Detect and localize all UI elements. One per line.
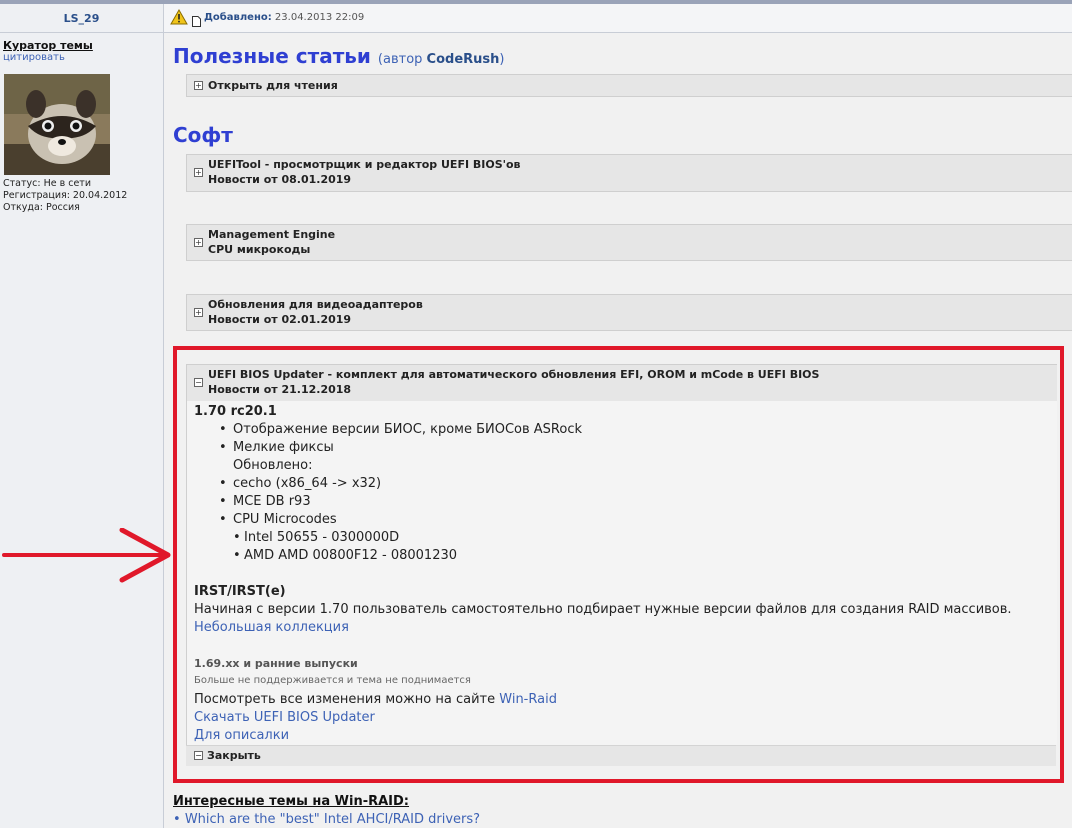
spoiler-subtitle[interactable]: CPU микрокоды	[208, 243, 310, 256]
user-status: Статус: Не в сети	[3, 178, 91, 189]
warning-icon[interactable]	[170, 8, 188, 29]
spoiler-open-for-reading[interactable]: + Открыть для чтения	[186, 74, 1072, 97]
author-prefix: (автор	[377, 52, 423, 67]
spoiler-title[interactable]: Management Engine	[208, 228, 335, 241]
expand-icon[interactable]: +	[194, 81, 203, 90]
curator-label: Куратор темы	[3, 39, 93, 52]
user-meta: Статус: Не в сети Регистрация: 20.04.201…	[3, 178, 127, 214]
spoiler-title[interactable]: Обновления для видеоадаптеров	[208, 298, 423, 311]
author-credit: (автор CodeRush)	[378, 52, 505, 67]
spoiler-video-adapters[interactable]: + Обновления для видеоадаптеров Новости …	[186, 294, 1072, 331]
soft-heading: Софт	[173, 123, 233, 147]
user-registered: Регистрация: 20.04.2012	[3, 190, 128, 201]
added-label: Добавлено:	[204, 12, 272, 23]
expand-icon[interactable]: +	[194, 308, 203, 317]
topic-link-text[interactable]: Which are the "best" Intel AHCI/RAID dri…	[185, 812, 480, 827]
post-document-icon	[192, 12, 201, 31]
interesting-topics-heading: Интересные темы на Win-RAID:	[173, 794, 410, 809]
spoiler-subtitle[interactable]: Новости от 02.01.2019	[208, 313, 351, 326]
spoiler-label[interactable]: Открыть для чтения	[208, 79, 338, 92]
red-arrow-icon	[2, 528, 171, 583]
quote-link[interactable]: цитировать	[3, 52, 65, 63]
added-date: 23.04.2013 22:09	[274, 12, 365, 23]
post-added-date: Добавлено: 23.04.2013 22:09	[204, 12, 364, 23]
expand-icon[interactable]: +	[194, 168, 203, 177]
highlight-annotation-box	[173, 346, 1064, 783]
interesting-topic-link[interactable]: • Which are the "best" Intel AHCI/RAID d…	[173, 812, 480, 827]
spoiler-management-engine[interactable]: + Management Engine CPU микрокоды	[186, 224, 1072, 261]
expand-icon[interactable]: +	[194, 238, 203, 247]
author-suffix: )	[499, 52, 505, 67]
useful-title: Полезные статьи	[173, 44, 371, 68]
avatar	[4, 74, 110, 175]
spoiler-uefitool[interactable]: + UEFITool - просмотрщик и редактор UEFI…	[186, 154, 1072, 192]
user-location: Откуда: Россия	[3, 202, 80, 213]
post-header: Добавлено: 23.04.2013 22:09	[164, 4, 1072, 33]
author-link[interactable]: CodeRush	[427, 52, 500, 67]
spoiler-title[interactable]: UEFITool - просмотрщик и редактор UEFI B…	[208, 158, 521, 171]
user-sidebar: LS_29 Куратор темы цитировать Статус: Не…	[0, 4, 164, 828]
username[interactable]: LS_29	[64, 12, 100, 25]
spoiler-subtitle[interactable]: Новости от 08.01.2019	[208, 173, 351, 186]
useful-articles-heading: Полезные статьи (автор CodeRush)	[173, 44, 504, 68]
username-row: LS_29	[0, 4, 163, 33]
